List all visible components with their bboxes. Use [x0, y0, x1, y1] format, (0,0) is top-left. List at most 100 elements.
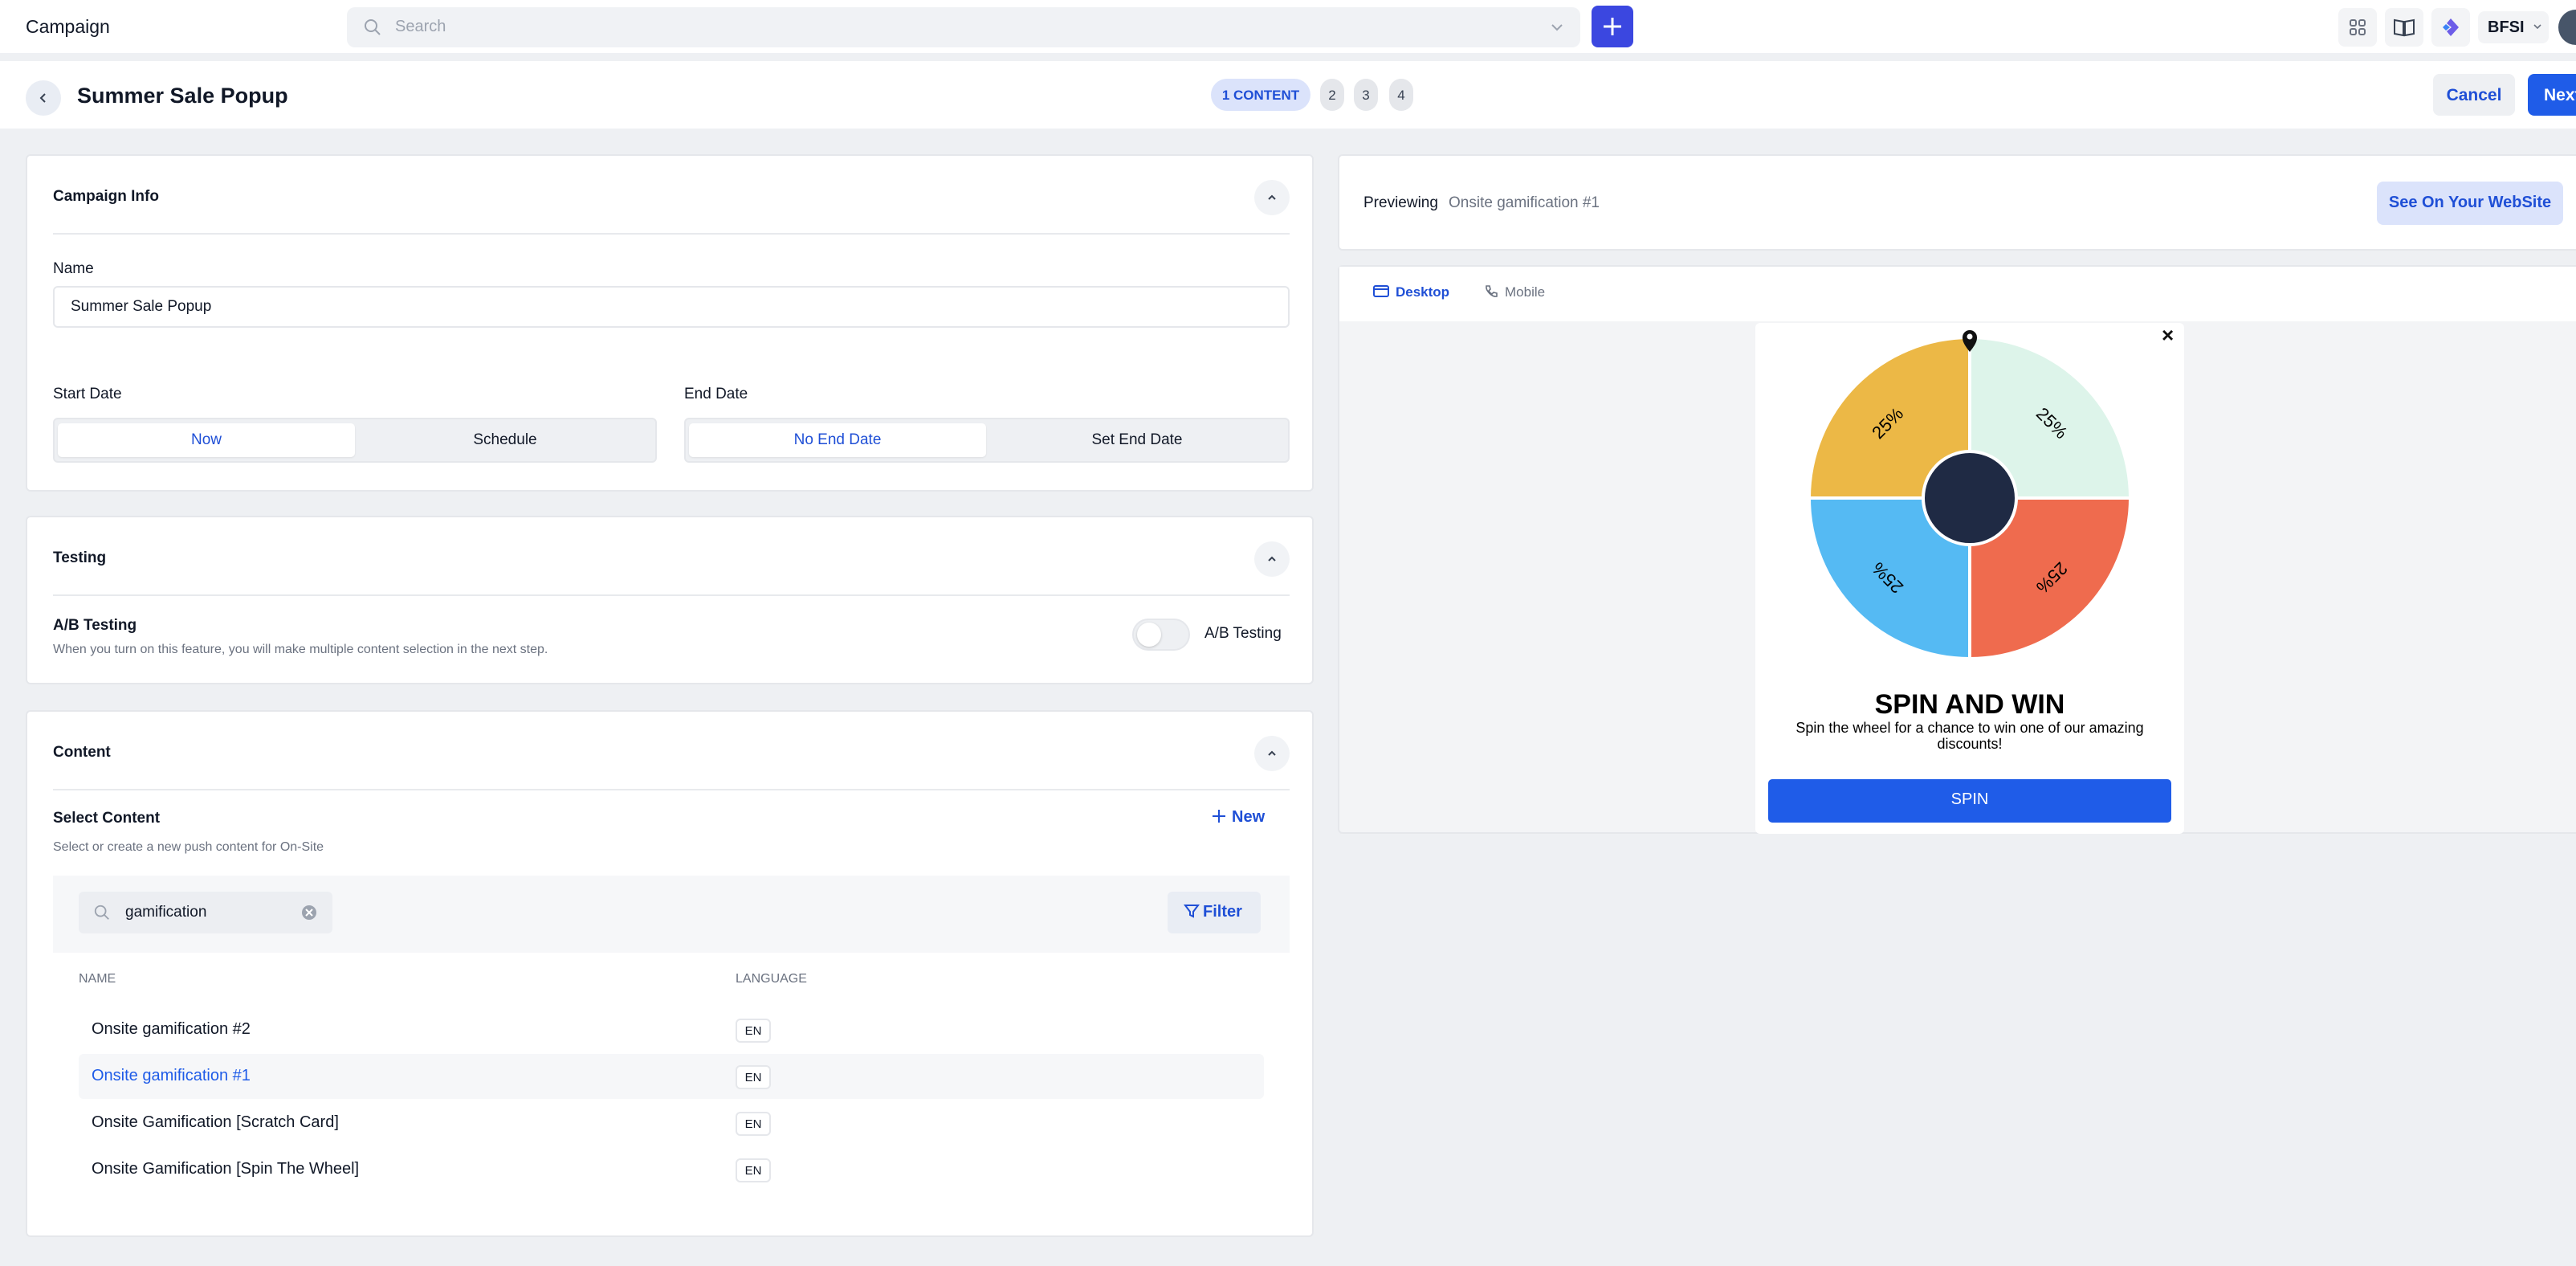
campaign-info-title: Campaign Info — [53, 188, 159, 205]
workspace-selector[interactable]: BFSI — [2478, 11, 2549, 43]
desktop-icon — [1373, 285, 1389, 297]
table-row[interactable]: Onsite Gamification [Scratch Card] EN — [79, 1101, 1264, 1146]
table-row[interactable]: Onsite gamification #2 EN — [79, 1007, 1264, 1052]
docs-button[interactable] — [2385, 8, 2423, 47]
language-badge: EN — [736, 1158, 771, 1182]
start-schedule-option[interactable]: Schedule — [358, 423, 652, 457]
preview-header-card: Previewing Onsite gamification #1 See On… — [1338, 154, 2576, 251]
column-header-name: NAME — [79, 972, 116, 986]
campaign-name-input[interactable]: Summer Sale Popup — [53, 286, 1290, 328]
start-date-label: Start Date — [53, 386, 122, 402]
name-label: Name — [53, 260, 94, 277]
content-search-input[interactable]: gamification — [79, 892, 332, 933]
spin-wheel: 25% 25% 25% 25% — [1811, 330, 2129, 657]
filter-button[interactable]: Filter — [1168, 892, 1261, 933]
row-name: Onsite Gamification [Spin The Wheel] — [92, 1160, 360, 1178]
wheel-hub — [1922, 450, 2018, 546]
cancel-button[interactable]: Cancel — [2433, 74, 2515, 116]
campaign-info-card: Campaign Info Name Summer Sale Popup Sta… — [26, 154, 1314, 492]
campaign-name-value: Summer Sale Popup — [71, 298, 212, 315]
next-button[interactable]: Next — [2528, 74, 2576, 116]
column-header-language: LANGUAGE — [736, 972, 807, 986]
tab-desktop-label: Desktop — [1396, 284, 1450, 300]
ab-testing-description: When you turn on this feature, you will … — [53, 643, 548, 656]
filter-label: Filter — [1203, 903, 1242, 921]
preview-item-name: Onsite gamification #1 — [1449, 194, 1600, 211]
avatar[interactable] — [2558, 10, 2576, 45]
back-button[interactable] — [26, 80, 61, 116]
popup-title: SPIN AND WIN — [1874, 689, 2065, 720]
phone-icon — [1486, 285, 1498, 297]
select-content-title: Select Content — [53, 810, 161, 827]
global-search[interactable]: Search — [347, 7, 1580, 47]
ab-testing-toggle-label: A/B Testing — [1204, 625, 1282, 642]
collapse-testing-button[interactable] — [1254, 541, 1290, 577]
search-icon — [365, 19, 381, 35]
language-badge: EN — [736, 1065, 771, 1089]
preview-label: Previewing — [1363, 194, 1438, 211]
preview-panel: Desktop Mobile 25% 25% 25% 25% × SPIN AN… — [1338, 265, 2576, 834]
ai-assistant-button[interactable] — [2431, 8, 2470, 47]
content-title: Content — [53, 744, 111, 761]
row-name: Onsite gamification #2 — [92, 1020, 251, 1038]
preview-tabs: Desktop Mobile — [1339, 267, 2576, 321]
page-title: Summer Sale Popup — [77, 84, 288, 108]
chevron-left-icon — [39, 93, 46, 103]
tab-desktop[interactable]: Desktop — [1373, 284, 1449, 300]
table-row-selected[interactable]: Onsite gamification #1 EN — [79, 1054, 1264, 1099]
table-row[interactable]: Onsite Gamification [Spin The Wheel] EN — [79, 1147, 1264, 1192]
divider — [53, 233, 1290, 235]
chevron-down-icon — [1551, 24, 1563, 31]
see-on-website-button[interactable]: See On Your WebSite — [2377, 182, 2563, 225]
step-3[interactable]: 3 — [1354, 79, 1378, 111]
apps-grid-button[interactable] — [2338, 8, 2377, 47]
set-end-date-option[interactable]: Set End Date — [989, 423, 1285, 457]
app-title: Campaign — [26, 16, 110, 37]
select-content-description: Select or create a new push content for … — [53, 840, 324, 854]
language-badge: EN — [736, 1019, 771, 1043]
page-header: Summer Sale Popup 1 CONTENT 2 3 4 Cancel… — [0, 61, 2576, 129]
create-button[interactable] — [1592, 6, 1633, 47]
testing-title: Testing — [53, 549, 107, 566]
end-date-selector: No End Date Set End Date — [684, 418, 1290, 463]
end-date-label: End Date — [684, 386, 748, 402]
sparkle-icon — [2443, 18, 2459, 36]
content-search-value: gamification — [125, 904, 207, 921]
testing-card: Testing A/B Testing When you turn on thi… — [26, 516, 1314, 684]
plus-icon — [1604, 18, 1621, 35]
ab-testing-title: A/B Testing — [53, 617, 137, 634]
workspace-label: BFSI — [2488, 18, 2525, 36]
content-card: Content Select Content Select or create … — [26, 710, 1314, 1237]
start-date-selector: Now Schedule — [53, 418, 657, 463]
chevron-up-icon — [1268, 750, 1276, 756]
tab-mobile-label: Mobile — [1505, 284, 1546, 300]
row-name: Onsite gamification #1 — [92, 1067, 251, 1084]
plus-icon — [1213, 810, 1225, 823]
collapse-campaign-info-button[interactable] — [1254, 180, 1290, 215]
close-icon[interactable]: × — [2162, 323, 2174, 348]
toggle-knob — [1137, 623, 1161, 647]
step-4[interactable]: 4 — [1389, 79, 1413, 111]
new-content-label: New — [1232, 808, 1266, 826]
start-now-option[interactable]: Now — [58, 423, 355, 457]
grid-icon — [2350, 19, 2366, 35]
step-2[interactable]: 2 — [1320, 79, 1344, 111]
language-badge: EN — [736, 1112, 771, 1136]
step-1[interactable]: 1 CONTENT — [1211, 79, 1310, 111]
collapse-content-button[interactable] — [1254, 736, 1290, 771]
spin-button[interactable]: SPIN — [1768, 779, 2171, 823]
no-end-date-option[interactable]: No End Date — [689, 423, 986, 457]
clear-icon[interactable] — [300, 904, 318, 921]
ab-testing-toggle[interactable] — [1132, 619, 1190, 651]
new-content-button[interactable]: New — [1211, 808, 1265, 827]
chevron-down-icon — [2533, 24, 2541, 30]
search-placeholder: Search — [395, 18, 446, 35]
spin-wheel-popup: 25% 25% 25% 25% × SPIN AND WIN Spin the … — [1755, 323, 2184, 834]
divider — [53, 789, 1290, 790]
popup-subtitle: Spin the wheel for a chance to win one o… — [1795, 720, 2144, 752]
chevron-up-icon — [1268, 556, 1276, 562]
divider — [53, 594, 1290, 596]
tab-mobile[interactable]: Mobile — [1484, 284, 1545, 300]
chevron-up-icon — [1268, 194, 1276, 200]
row-name: Onsite Gamification [Scratch Card] — [92, 1113, 339, 1131]
